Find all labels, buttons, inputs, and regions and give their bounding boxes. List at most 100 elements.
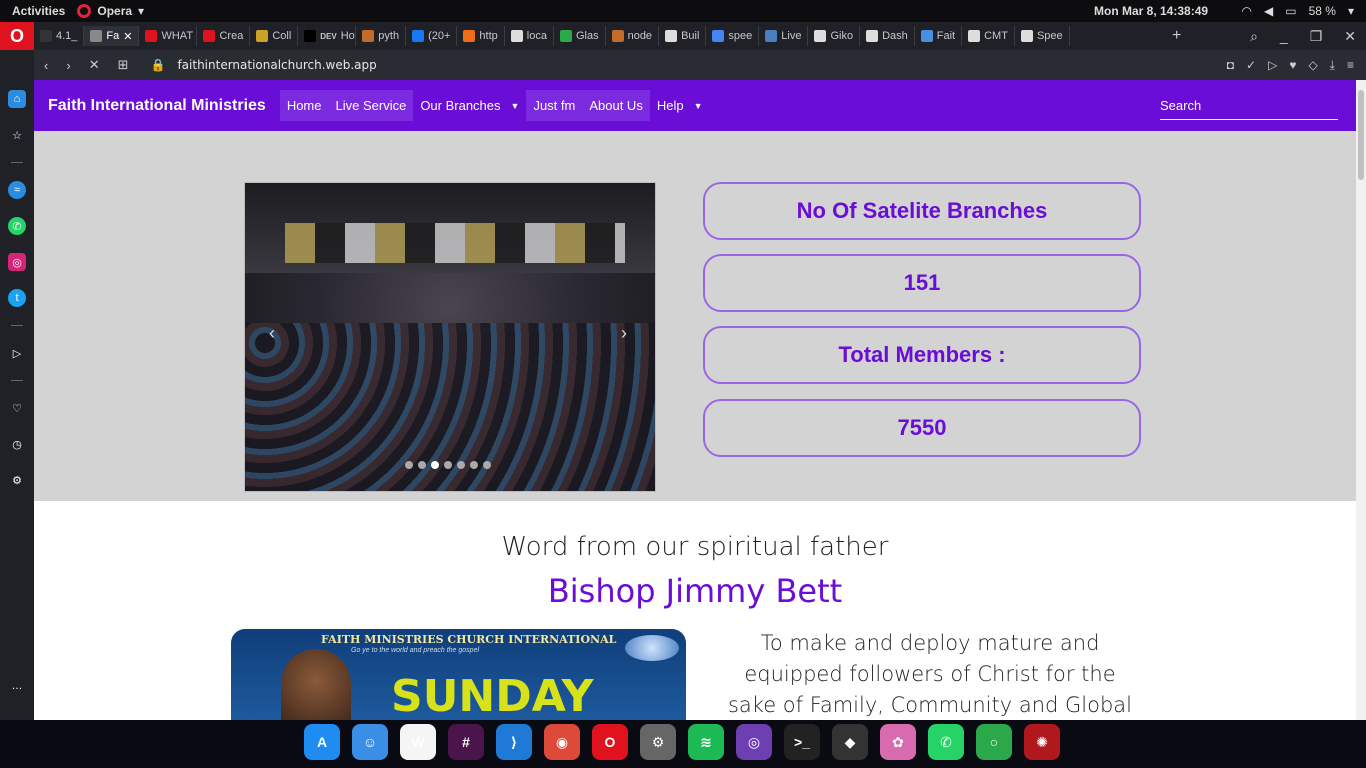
cube-icon[interactable]: ◆ [832, 724, 868, 760]
carousel-indicator[interactable] [444, 461, 452, 469]
tab-favicon-icon [920, 30, 933, 42]
browser-tab[interactable]: node [606, 26, 660, 46]
send-icon[interactable]: ▷ [8, 344, 26, 362]
github-icon[interactable]: ◎ [736, 724, 772, 760]
carousel-prev-icon[interactable]: ‹ [269, 323, 275, 344]
browser-tab[interactable]: 4.1_ [34, 26, 85, 46]
activities-button[interactable]: Activities [0, 4, 77, 18]
browser-tab[interactable]: Coll [250, 26, 299, 46]
vscode-icon[interactable]: ⟩ [496, 724, 532, 760]
carousel-indicator[interactable] [418, 461, 426, 469]
twitter-icon[interactable]: t [8, 289, 26, 307]
tab-overview-icon[interactable]: ⊞ [118, 57, 129, 73]
url-field[interactable]: 🔒 faithinternationalchurch.web.app [151, 58, 377, 72]
carousel-indicator[interactable] [470, 461, 478, 469]
whatsapp-icon[interactable]: ✆ [8, 217, 26, 235]
tab-close-icon[interactable]: ✕ [123, 30, 132, 43]
whatsapp-icon[interactable]: ✆ [928, 724, 964, 760]
writer-icon[interactable]: W [400, 724, 436, 760]
download-icon[interactable]: ⤓ [1330, 58, 1335, 73]
nav-just-fm[interactable]: Just fm [526, 90, 582, 121]
slack-icon[interactable]: # [448, 724, 484, 760]
search-input[interactable]: Search [1160, 98, 1338, 120]
history-icon[interactable]: ◷ [8, 435, 26, 453]
browser-tab[interactable]: Fa ✕ [84, 26, 140, 46]
send-icon[interactable]: ▷ [1268, 58, 1277, 72]
scrollbar-thumb[interactable] [1358, 90, 1364, 180]
nav-help[interactable]: Help ▼ [649, 90, 710, 121]
browser-tab[interactable]: http [457, 26, 505, 46]
new-tab-button[interactable]: + [1164, 27, 1189, 45]
photos-icon[interactable]: ✿ [880, 724, 916, 760]
spotify-icon[interactable]: ≋ [688, 724, 724, 760]
carousel-indicator[interactable] [457, 461, 465, 469]
more-icon[interactable]: … [8, 677, 26, 695]
carousel-indicator[interactable] [431, 461, 439, 469]
volume-icon: ◀ [1264, 4, 1274, 18]
browser-tab[interactable]: CMT [962, 26, 1015, 46]
menu-icon[interactable]: ≡ [1347, 58, 1354, 72]
browser-tab[interactable]: Dash [860, 26, 915, 46]
ring-icon[interactable]: ○ [976, 724, 1012, 760]
nav-our-branches[interactable]: Our Branches ▼ [413, 90, 527, 121]
instagram-icon[interactable]: ◎ [8, 253, 26, 271]
opera-menu-button[interactable]: O [0, 22, 34, 50]
browser-tab[interactable]: loca [505, 26, 554, 46]
forward-icon[interactable]: › [66, 58, 70, 73]
app-menu[interactable]: Opera ▾ [77, 4, 144, 18]
carousel-next-icon[interactable]: › [621, 323, 627, 344]
browser-tab[interactable]: Fait [915, 26, 963, 46]
browser-tab[interactable]: Buil [659, 26, 707, 46]
carousel-image-drape [285, 223, 625, 263]
messenger-icon[interactable]: ≈ [8, 181, 26, 199]
terminal-icon[interactable]: >_ [784, 724, 820, 760]
settings-icon[interactable]: ⚙ [8, 471, 26, 489]
hero-section: ‹ › No Of Satelite Branches 151 Total Me… [34, 131, 1356, 501]
system-tray[interactable]: ◠ ◀ ▭ 58 % ▾ [1242, 4, 1354, 18]
clock[interactable]: Mon Mar 8, 14:38:49 [1094, 4, 1208, 18]
cube-icon[interactable]: ◇ [1308, 58, 1317, 72]
browser-tab[interactable]: Giko [808, 26, 861, 46]
browser-tab[interactable]: Live [759, 26, 809, 46]
browser-tab[interactable]: spee [706, 26, 760, 46]
browser-tab[interactable]: pyth [356, 26, 407, 46]
browser-tab[interactable]: Crea [197, 26, 251, 46]
close-icon[interactable]: ✕ [1344, 28, 1356, 45]
web-icon[interactable]: ✺ [1024, 724, 1060, 760]
chrome-icon[interactable]: ◉ [544, 724, 580, 760]
camera-icon[interactable]: ◘ [1227, 58, 1234, 72]
browser-tab[interactable]: WHAT [139, 26, 198, 46]
back-icon[interactable]: ‹ [44, 58, 48, 73]
carousel-indicators [405, 461, 491, 469]
settings-icon[interactable]: ⚙ [640, 724, 676, 760]
search-tabs-icon[interactable]: ⌕ [1250, 28, 1258, 45]
appstore-icon[interactable]: A [304, 724, 340, 760]
maximize-icon[interactable]: ❐ [1310, 28, 1323, 45]
carousel-indicator[interactable] [405, 461, 413, 469]
nav-home[interactable]: Home [280, 90, 329, 121]
chevron-down-icon: ▾ [138, 4, 145, 18]
browser-tab[interactable]: (20+ [406, 26, 458, 46]
page-scrollbar[interactable] [1356, 80, 1366, 720]
site-brand[interactable]: Faith International Ministries [48, 97, 266, 115]
vpn-icon[interactable]: ✓ [1246, 58, 1256, 72]
heart-icon[interactable]: ♡ [8, 399, 26, 417]
carousel-indicator[interactable] [483, 461, 491, 469]
tab-label: pyth [378, 30, 400, 42]
heart-icon[interactable]: ♥ [1289, 58, 1296, 72]
tab-label: Crea [219, 30, 244, 42]
browser-tab[interactable]: Spee [1015, 26, 1070, 46]
bookmark-icon[interactable]: ☆ [8, 126, 26, 144]
nav-live-service[interactable]: Live Service [329, 90, 414, 121]
image-carousel[interactable]: ‹ › [244, 182, 656, 492]
nav-about-us[interactable]: About Us [582, 90, 649, 121]
browser-tab[interactable]: Glas [554, 26, 606, 46]
tab-label: spee [728, 30, 753, 42]
bishop-name: Bishop Jimmy Bett [547, 572, 843, 610]
home-icon[interactable]: ⌂ [8, 90, 26, 108]
browser-tab[interactable]: DEVHow [298, 26, 357, 46]
stop-icon[interactable]: ✕ [89, 57, 100, 73]
finder-icon[interactable]: ☺ [352, 724, 388, 760]
opera-icon[interactable]: O [592, 724, 628, 760]
minimize-icon[interactable]: _ [1280, 28, 1288, 44]
